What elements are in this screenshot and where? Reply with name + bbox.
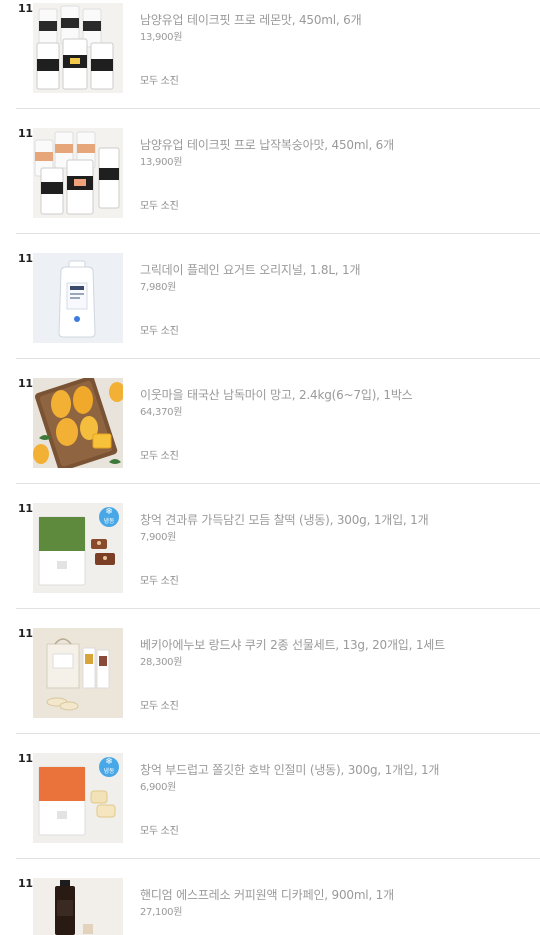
protein-drink-bottles-icon [33, 3, 123, 93]
list-item[interactable]: 116 ❄ 냉동 창억 견과류 가득담긴 모듬 찰떡 (냉동), 300g, 1… [0, 484, 540, 609]
product-price: 13,900원 [140, 32, 183, 43]
stock-status: 모두 소진 [140, 701, 179, 712]
mango-tray-icon [33, 378, 123, 468]
snowflake-icon: ❄ [105, 507, 113, 517]
yogurt-jug-icon [33, 253, 123, 343]
product-thumbnail[interactable] [33, 628, 123, 718]
product-thumbnail[interactable] [33, 3, 123, 93]
product-title[interactable]: 남양유업 테이크핏 프로 레몬맛, 450ml, 6개 [140, 11, 362, 28]
frozen-badge: ❄ 냉동 [99, 757, 119, 777]
product-title[interactable]: 창억 부드럽고 쫄깃한 호박 인절미 (냉동), 300g, 1개입, 1개 [140, 761, 439, 778]
list-item[interactable]: 112 남양유업 테이크핏 프로 레몬맛, 450ml, 6개 13,900원 [0, 0, 540, 109]
list-item[interactable]: 113 남양유업 테이크핏 프로 납작복숭아맛, 450ml, 6개 13,90… [0, 109, 540, 234]
coffee-bottle-icon [33, 878, 123, 935]
stock-status: 모두 소진 [140, 201, 179, 212]
list-item[interactable]: 115 이웃마을 태국산 남독마이 망고, 2.4kg(6~7입), 1박스 6… [0, 359, 540, 484]
product-thumbnail[interactable] [33, 253, 123, 343]
product-price: 7,900원 [140, 532, 177, 543]
product-title[interactable]: 핸디엄 에스프레소 커피원액 디카페인, 900ml, 1개 [140, 886, 394, 903]
frozen-label: 냉동 [103, 518, 115, 525]
stock-status: 모두 소진 [140, 826, 179, 837]
product-price: 28,300원 [140, 657, 183, 668]
stock-status: 모두 소진 [140, 326, 179, 337]
list-item[interactable]: 114 그릭데이 플레인 요거트 오리지널, 1.8L, 1개 7,980원 모… [0, 234, 540, 359]
product-thumbnail[interactable] [33, 128, 123, 218]
stock-status: 모두 소진 [140, 76, 179, 87]
product-price: 6,900원 [140, 782, 177, 793]
product-price: 7,980원 [140, 282, 177, 293]
protein-drink-bottles-icon [33, 128, 123, 218]
product-price: 64,370원 [140, 407, 183, 418]
product-title[interactable]: 그릭데이 플레인 요거트 오리지널, 1.8L, 1개 [140, 261, 361, 278]
cookie-gift-set-icon [33, 628, 123, 718]
product-thumbnail[interactable] [33, 878, 123, 935]
product-thumbnail[interactable]: ❄ 냉동 [33, 503, 123, 593]
frozen-badge: ❄ 냉동 [99, 507, 119, 527]
product-title[interactable]: 이웃마을 태국산 남독마이 망고, 2.4kg(6~7입), 1박스 [140, 386, 413, 403]
product-thumbnail[interactable] [33, 378, 123, 468]
list-item[interactable]: 117 베키아에누보 랑드샤 쿠키 2종 선물세트, 13g, 20개입, 1세… [0, 609, 540, 734]
product-title[interactable]: 남양유업 테이크핏 프로 납작복숭아맛, 450ml, 6개 [140, 136, 394, 153]
product-price: 27,100원 [140, 907, 183, 918]
list-item[interactable]: 118 ❄ 냉동 창억 부드럽고 쫄깃한 호박 인절미 (냉동), 300g, … [0, 734, 540, 859]
stock-status: 모두 소진 [140, 576, 179, 587]
list-item[interactable]: 119 핸디엄 에스프레소 커피원액 디카페인, 900ml, 1개 27,10… [0, 859, 540, 935]
product-title[interactable]: 베키아에누보 랑드샤 쿠키 2종 선물세트, 13g, 20개입, 1세트 [140, 636, 445, 653]
product-thumbnail[interactable]: ❄ 냉동 [33, 753, 123, 843]
frozen-label: 냉동 [103, 768, 115, 775]
stock-status: 모두 소진 [140, 451, 179, 462]
product-title[interactable]: 창억 견과류 가득담긴 모듬 찰떡 (냉동), 300g, 1개입, 1개 [140, 511, 429, 528]
product-list: 112 남양유업 테이크핏 프로 레몬맛, 450ml, 6개 13,900원 [0, 0, 540, 935]
snowflake-icon: ❄ [105, 757, 113, 767]
product-price: 13,900원 [140, 157, 183, 168]
